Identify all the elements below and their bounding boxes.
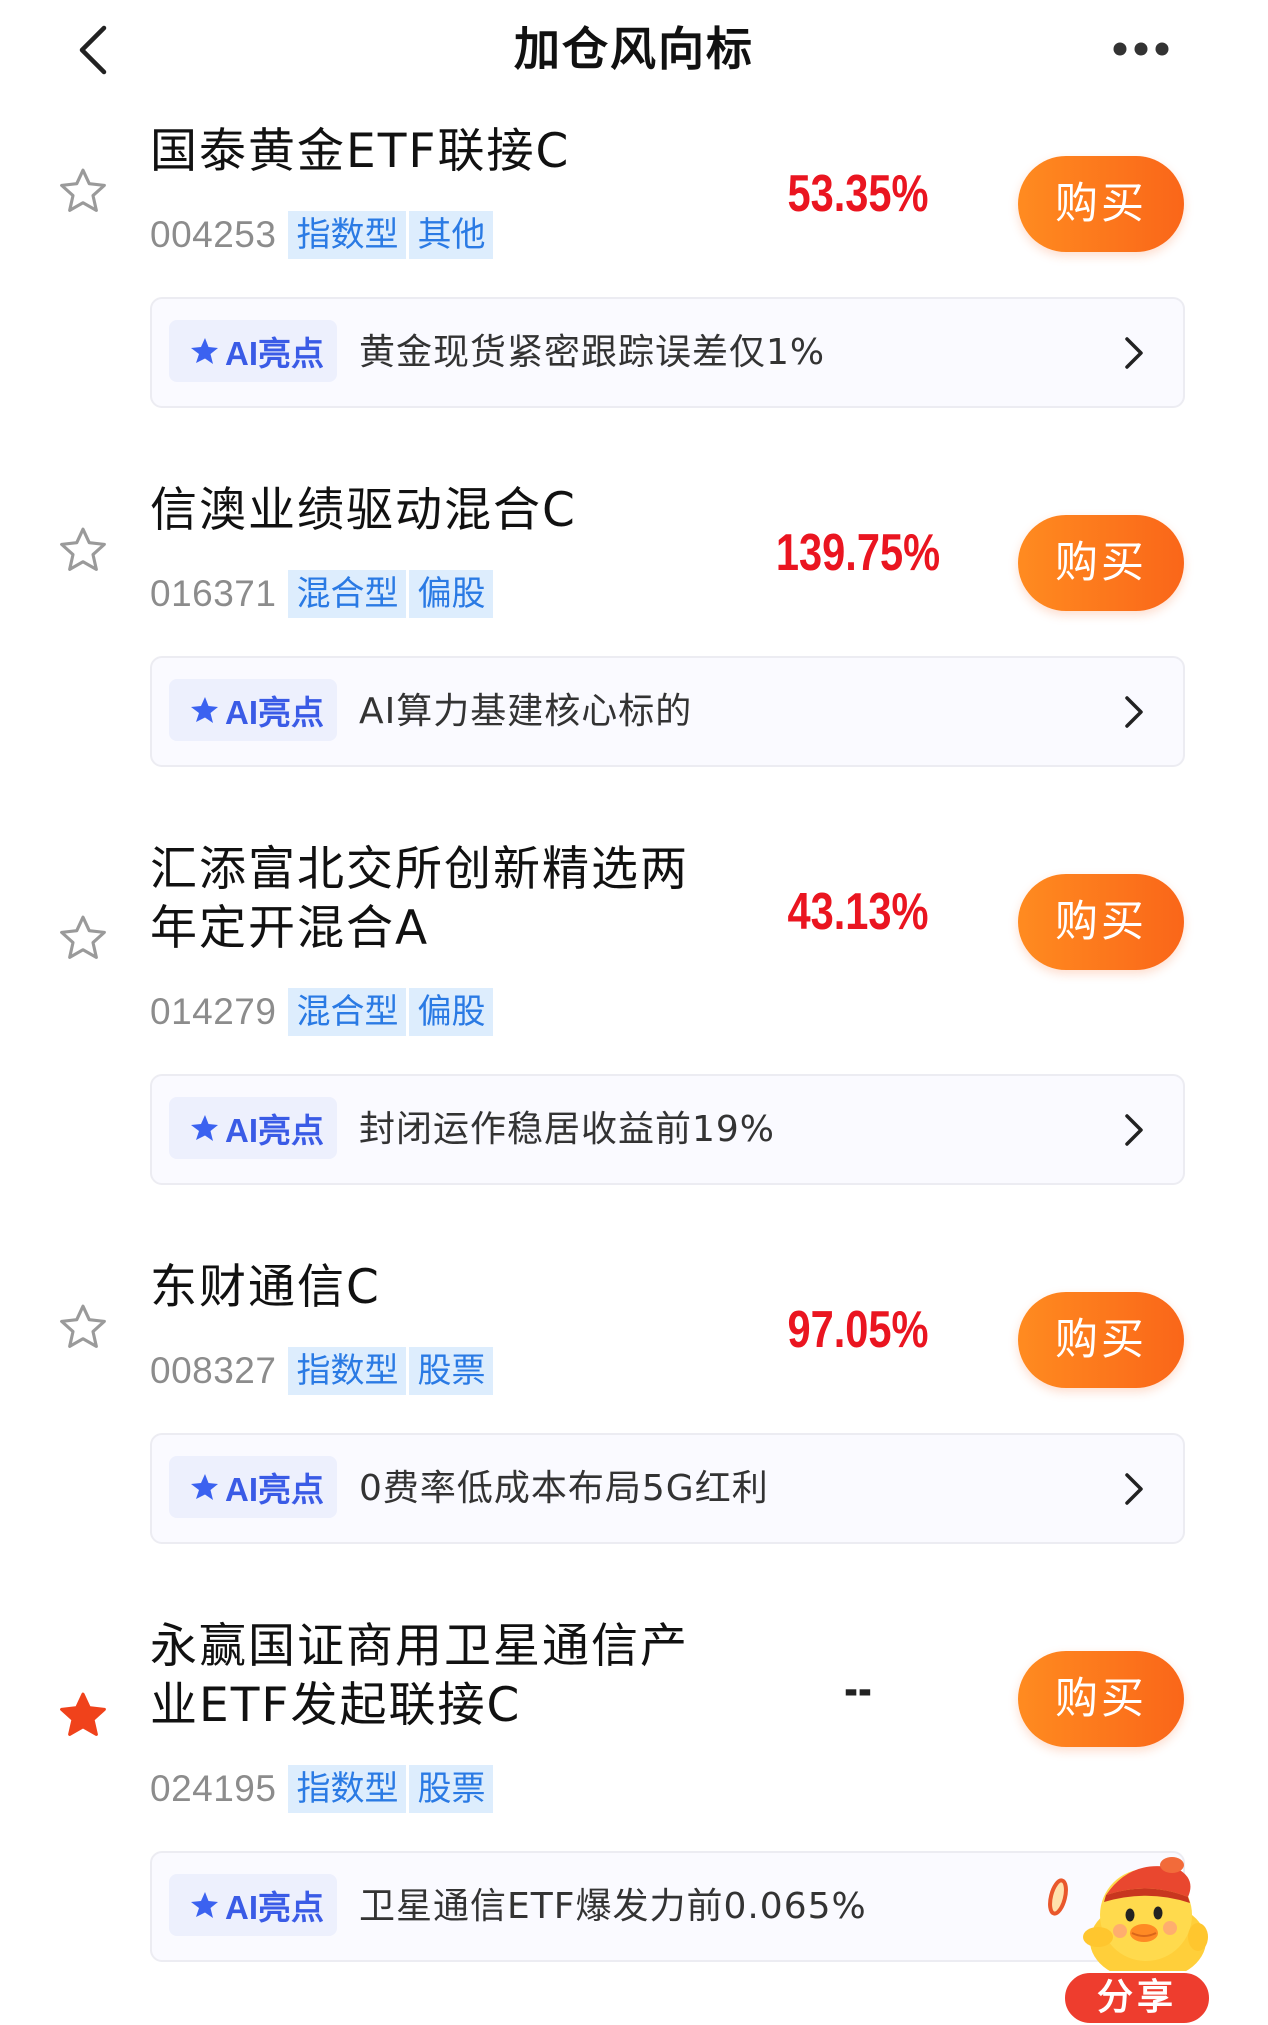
ai-highlight-row[interactable]: AI亮点 卫星通信ETF爆发力前0.065% [150, 1851, 1185, 1962]
buy-button[interactable]: 购买 [1018, 156, 1184, 252]
fund-category-tag: 股票 [409, 1765, 494, 1813]
chevron-right-icon [1125, 696, 1143, 728]
fund-name: 国泰黄金ETF联接C [150, 124, 571, 179]
fund-meta: 014279 混合型 偏股 [150, 988, 1268, 1036]
ai-highlight-label: AI亮点 [225, 1889, 324, 1926]
sparkle-icon [191, 1892, 218, 1918]
fund-summary[interactable]: 国泰黄金ETF联接C 004253 指数型 其他 53.35% 购买 [0, 122, 1268, 259]
fund-code: 024195 [150, 1768, 277, 1809]
fund-type-tag: 指数型 [288, 1347, 407, 1395]
ai-highlight-label: AI亮点 [225, 1471, 324, 1508]
ai-highlight-label: AI亮点 [225, 694, 324, 731]
fund-card: 信澳业绩驱动混合C 016371 混合型 偏股 139.75% 购买 AI亮点 … [0, 481, 1268, 767]
fund-code: 008327 [150, 1350, 277, 1391]
fund-name: 信澳业绩驱动混合C [150, 483, 577, 538]
buy-button[interactable]: 购买 [1018, 1292, 1184, 1388]
ai-highlight-text: 0费率低成本布局5G红利 [359, 1468, 769, 1509]
ai-highlight-row[interactable]: AI亮点 封闭运作稳居收益前19% [150, 1074, 1185, 1185]
fund-name: 永赢国证商用卫星通信产业ETF发起联接C [150, 1619, 689, 1733]
ai-highlight-badge: AI亮点 [169, 1456, 337, 1518]
share-button[interactable]: 分享 [1063, 1971, 1211, 2025]
fund-return: 139.75% [775, 524, 941, 582]
fund-card: 东财通信C 008327 指数型 股票 97.05% 购买 AI亮点 0费率低成… [0, 1258, 1268, 1544]
fund-code: 014279 [150, 991, 277, 1032]
ai-highlight-badge: AI亮点 [169, 1874, 337, 1936]
fund-category-tag: 偏股 [409, 988, 494, 1036]
ai-highlight-row[interactable]: AI亮点 AI算力基建核心标的 [150, 656, 1185, 767]
favorite-star-icon[interactable] [58, 525, 108, 575]
fund-summary[interactable]: 东财通信C 008327 指数型 股票 97.05% 购买 [0, 1258, 1268, 1395]
fund-card: 汇添富北交所创新精选两年定开混合A 014279 混合型 偏股 43.13% 购… [0, 840, 1268, 1185]
fund-return: 43.13% [787, 883, 929, 941]
ai-highlight-text: 黄金现货紧密跟踪误差仅1% [359, 332, 826, 373]
fund-category-tag: 其他 [409, 211, 494, 259]
favorite-star-icon[interactable] [58, 166, 108, 216]
chick-mascot-icon [1048, 1857, 1208, 1980]
fund-type-tag: 指数型 [288, 211, 407, 259]
ai-highlight-badge: AI亮点 [169, 320, 337, 382]
ai-highlight-label: AI亮点 [225, 1112, 324, 1149]
fund-type-tag: 指数型 [288, 1765, 407, 1813]
fund-category-tag: 偏股 [409, 570, 494, 618]
sparkle-icon [191, 338, 218, 364]
buy-button[interactable]: 购买 [1018, 515, 1184, 611]
fund-type-tag: 混合型 [288, 988, 407, 1036]
fund-card: 国泰黄金ETF联接C 004253 指数型 其他 53.35% 购买 AI亮点 … [0, 122, 1268, 408]
fund-meta: 024195 指数型 股票 [150, 1765, 1268, 1813]
favorite-star-icon[interactable] [58, 913, 108, 963]
sparkle-icon [191, 1474, 218, 1500]
fund-return: 53.35% [787, 165, 929, 223]
sparkle-icon [191, 1115, 218, 1141]
ai-highlight-text: 卫星通信ETF爆发力前0.065% [359, 1886, 867, 1927]
fund-list: 国泰黄金ETF联接C 004253 指数型 其他 53.35% 购买 AI亮点 … [0, 122, 1268, 1962]
ai-highlight-badge: AI亮点 [169, 1097, 337, 1159]
favorite-star-icon[interactable] [58, 1302, 108, 1352]
fund-code: 016371 [150, 573, 277, 614]
ai-highlight-label: AI亮点 [225, 335, 324, 372]
fund-name: 东财通信C [150, 1260, 381, 1315]
top-nav-bar: 加仓风向标 [0, 0, 1268, 100]
ai-highlight-row[interactable]: AI亮点 黄金现货紧密跟踪误差仅1% [150, 297, 1185, 408]
buy-button[interactable]: 购买 [1018, 874, 1184, 970]
fund-return: 97.05% [787, 1301, 929, 1359]
fund-code: 004253 [150, 214, 277, 255]
sparkle-icon [191, 697, 218, 723]
share-floating-button[interactable]: 分享 [1040, 1845, 1215, 2025]
ai-highlight-text: AI算力基建核心标的 [359, 691, 693, 732]
fund-type-tag: 混合型 [288, 570, 407, 618]
chevron-right-icon [1125, 1114, 1143, 1146]
more-dots-icon[interactable] [1108, 36, 1174, 62]
fund-summary[interactable]: 永赢国证商用卫星通信产业ETF发起联接C 024195 指数型 股票 -- 购买 [0, 1617, 1268, 1813]
favorite-star-icon[interactable] [58, 1690, 108, 1740]
chevron-right-icon [1125, 337, 1143, 369]
coin-icon [1048, 1878, 1068, 1916]
ai-highlight-badge: AI亮点 [169, 679, 337, 741]
buy-button[interactable]: 购买 [1018, 1651, 1184, 1747]
fund-name: 汇添富北交所创新精选两年定开混合A [150, 842, 689, 956]
ai-highlight-text: 封闭运作稳居收益前19% [359, 1109, 776, 1150]
fund-summary[interactable]: 汇添富北交所创新精选两年定开混合A 014279 混合型 偏股 43.13% 购… [0, 840, 1268, 1036]
fund-summary[interactable]: 信澳业绩驱动混合C 016371 混合型 偏股 139.75% 购买 [0, 481, 1268, 618]
ai-highlight-row[interactable]: AI亮点 0费率低成本布局5G红利 [150, 1433, 1185, 1544]
fund-return: -- [844, 1660, 872, 1718]
page-title: 加仓风向标 [514, 22, 754, 76]
chevron-right-icon [1125, 1473, 1143, 1505]
fund-category-tag: 股票 [409, 1347, 494, 1395]
